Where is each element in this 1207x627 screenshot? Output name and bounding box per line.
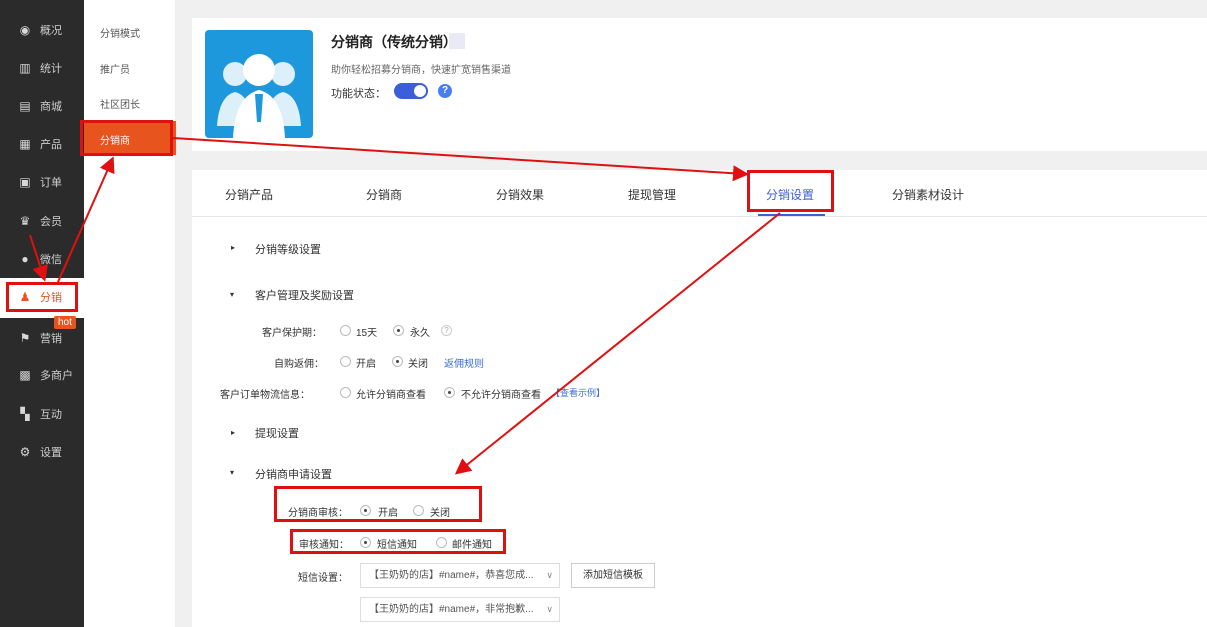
logistics-allow-label: 允许分销商查看 — [356, 390, 426, 401]
sms-template-select-reject[interactable]: 【王奶奶的店】#name#，非常抱歉... ∨ — [360, 597, 560, 622]
chevron-down-icon: ∨ — [546, 604, 553, 614]
caret-right-icon[interactable]: ▸ — [231, 428, 235, 437]
logistics-deny-label: 不允许分销商查看 — [461, 390, 541, 401]
section-level[interactable]: 分销等级设置 — [255, 241, 321, 257]
nav-item-order[interactable]: ▣ 订单 — [0, 166, 84, 198]
nav-label: 设置 — [40, 447, 62, 459]
tab-materials[interactable]: 分销素材设计 — [892, 186, 964, 203]
protect-label: 客户保护期： — [262, 328, 322, 339]
annotation-box-subnav — [80, 120, 173, 156]
nav-label: 微信 — [40, 254, 62, 266]
selfbuy-on-label: 开启 — [356, 359, 376, 370]
product-icon: ▦ — [19, 137, 31, 151]
selfbuy-label: 自购返佣： — [274, 359, 324, 370]
protect-forever-radio[interactable] — [393, 325, 404, 336]
dashboard-icon: ◉ — [19, 23, 31, 37]
caret-right-icon[interactable]: ▸ — [231, 243, 235, 252]
caret-down-icon[interactable]: ▾ — [230, 290, 234, 299]
help-icon[interactable]: ? — [438, 84, 452, 98]
subnav-item-mode[interactable]: 分销模式 — [100, 25, 140, 40]
page-subtitle: 助你轻松招募分销商，快速扩宽销售渠道 — [331, 65, 511, 76]
title-placeholder — [449, 33, 465, 49]
nav-item-stats[interactable]: ▥ 统计 — [0, 52, 84, 84]
sms-select-value: 【王奶奶的店】#name#，恭喜您成... — [369, 570, 534, 581]
tab-effect[interactable]: 分销效果 — [496, 186, 544, 203]
nav-label: 营销 — [40, 333, 62, 345]
annotation-box-tab — [747, 170, 834, 212]
nav-label: 商城 — [40, 101, 62, 113]
logistics-deny-radio[interactable] — [444, 387, 455, 398]
nav-item-store[interactable]: ▤ 商城 — [0, 90, 84, 122]
toggle-knob — [414, 85, 426, 97]
tab-bar — [192, 170, 1207, 217]
tab-withdraw[interactable]: 提现管理 — [628, 186, 676, 203]
sms-label: 短信设置： — [298, 573, 348, 584]
nav-label: 概况 — [40, 25, 62, 37]
status-label: 功能状态： — [331, 88, 386, 100]
caret-down-icon[interactable]: ▾ — [230, 468, 234, 477]
sms-template-select-approve[interactable]: 【王奶奶的店】#name#，恭喜您成... ∨ — [360, 563, 560, 588]
subnav-item-promoter[interactable]: 推广员 — [100, 61, 130, 76]
annotation-box-nav — [6, 282, 78, 312]
nav-item-multi-merchant[interactable]: ▩ 多商户 — [0, 359, 84, 391]
protect-15-label: 15天 — [356, 328, 378, 339]
add-sms-template-button[interactable]: 添加短信模板 — [571, 563, 655, 588]
active-tab-indicator — [758, 214, 825, 216]
nav-item-overview[interactable]: ◉ 概况 — [0, 14, 84, 46]
nav-label: 订单 — [40, 177, 62, 189]
selfbuy-off-label: 关闭 — [408, 359, 428, 370]
nav-item-product[interactable]: ▦ 产品 — [0, 128, 84, 160]
protect-15-radio[interactable] — [340, 325, 351, 336]
function-status-toggle[interactable] — [394, 83, 428, 99]
settings-icon: ⚙ — [19, 445, 31, 459]
multi-merchant-icon: ▩ — [19, 368, 31, 382]
nav-item-settings[interactable]: ⚙ 设置 — [0, 436, 84, 468]
section-apply[interactable]: 分销商申请设置 — [255, 466, 332, 482]
nav-item-interaction[interactable]: ▚ 互动 — [0, 398, 84, 430]
nav-label: 统计 — [40, 63, 62, 75]
wechat-icon: ● — [21, 252, 29, 266]
nav-label: 产品 — [40, 139, 62, 151]
logistics-label: 客户订单物流信息： — [220, 390, 310, 401]
view-example-link[interactable]: 【查看示例】 — [551, 386, 605, 399]
section-customer[interactable]: 客户管理及奖励设置 — [255, 287, 354, 303]
annotation-box-review — [274, 486, 482, 522]
tab-products[interactable]: 分销产品 — [225, 186, 273, 203]
chevron-down-icon: ∨ — [546, 570, 553, 580]
sub-nav — [84, 0, 176, 627]
store-icon: ▤ — [19, 99, 31, 113]
nav-item-marketing[interactable]: ⚑ 营销 — [0, 322, 84, 354]
nav-label: 互动 — [40, 409, 62, 421]
selfbuy-on-radio[interactable] — [340, 356, 351, 367]
annotation-box-notify — [290, 529, 506, 554]
nav-item-wechat[interactable]: ● 微信 — [0, 243, 84, 275]
page-title: 分销商（传统分销） — [331, 34, 457, 50]
stats-icon: ▥ — [19, 61, 31, 75]
member-icon: ♛ — [19, 214, 31, 228]
protect-forever-label: 永久 — [410, 328, 430, 339]
interaction-icon: ▚ — [20, 407, 30, 421]
nav-label: 多商户 — [40, 370, 73, 382]
logistics-allow-radio[interactable] — [340, 387, 351, 398]
nav-item-member[interactable]: ♛ 会员 — [0, 205, 84, 237]
selfbuy-off-radio[interactable] — [392, 356, 403, 367]
question-icon[interactable]: ? — [441, 325, 452, 336]
order-icon: ▣ — [19, 175, 31, 189]
marketing-icon: ⚑ — [19, 331, 31, 345]
tab-distributors[interactable]: 分销商 — [366, 186, 402, 203]
rebate-rules-link[interactable]: 返佣规则 — [444, 355, 484, 370]
section-withdraw[interactable]: 提现设置 — [255, 425, 299, 441]
settings-card — [192, 170, 1207, 627]
subnav-item-community[interactable]: 社区团长 — [100, 96, 140, 111]
sms-select-value: 【王奶奶的店】#name#，非常抱歉... — [369, 604, 534, 615]
nav-label: 会员 — [40, 216, 62, 228]
distributor-logo — [205, 30, 313, 138]
